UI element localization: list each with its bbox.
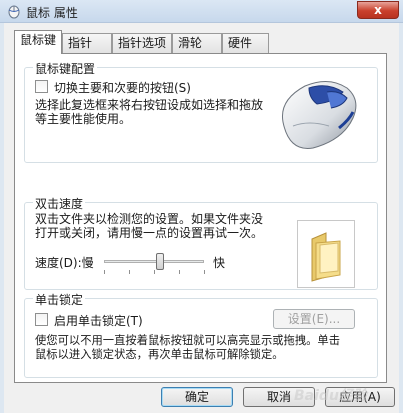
folder-icon xyxy=(311,232,341,282)
double-click-description-2: 打开或关闭，请用慢一点的设置再试一次。 xyxy=(35,226,264,240)
mouse-app-icon xyxy=(8,5,20,19)
tab-wheel-label: 滑轮 xyxy=(178,36,203,50)
slider-tick xyxy=(204,270,205,274)
slider-tick xyxy=(179,270,180,274)
slider-tick xyxy=(104,270,105,274)
tab-hardware[interactable]: 硬件 xyxy=(222,33,269,53)
tab-pointer-options[interactable]: 指针选项 xyxy=(112,33,172,53)
tab-hardware-label: 硬件 xyxy=(228,36,253,50)
click-lock-settings-button[interactable]: 设置(E)... xyxy=(273,309,355,329)
close-button[interactable]: x xyxy=(357,1,399,19)
speed-fast-label: 快 xyxy=(213,256,226,270)
speed-slider-track[interactable] xyxy=(104,260,204,263)
double-click-description-1: 双击文件夹以检测您的设置。如果文件夹没 xyxy=(35,212,264,226)
switch-buttons-label[interactable]: 切换主要和次要的按钮(S) xyxy=(54,79,191,96)
test-folder-area[interactable] xyxy=(297,220,355,288)
tab-wheel[interactable]: 滑轮 xyxy=(172,33,222,53)
tab-buttons[interactable]: 鼠标键 xyxy=(14,30,62,54)
tab-pointers[interactable]: 指针 xyxy=(62,33,112,53)
speed-slider-thumb[interactable] xyxy=(156,253,164,270)
button-config-description-1: 选择此复选框来将右按钮设成如选择和拖放 xyxy=(35,98,264,112)
tab-panel-buttons: 鼠标键配置 切换主要和次要的按钮(S) 选择此复选框来将右按钮设成如选择和拖放 … xyxy=(14,53,387,383)
mouse-properties-dialog: 鼠标键 指针 指针选项 滑轮 硬件 鼠标键配置 切换主要和次要的按钮(S) 选择… xyxy=(4,23,399,413)
tab-pointers-label: 指针 xyxy=(68,36,93,50)
mouse-illustration-icon xyxy=(281,81,357,149)
tab-pointer-options-label: 指针选项 xyxy=(118,36,167,50)
mouse-image xyxy=(269,70,366,158)
click-lock-description-1: 使您可以不用一直按着鼠标按钮就可以高亮显示或拖拽。单击 xyxy=(35,334,341,347)
switch-buttons-checkbox[interactable] xyxy=(35,80,48,93)
window-title: 鼠标 属性 xyxy=(26,6,78,20)
ok-button[interactable]: 确定 xyxy=(161,387,233,407)
button-config-description-2: 等主要性能使用。 xyxy=(35,112,132,126)
button-config-title: 鼠标键配置 xyxy=(33,60,98,77)
slider-tick xyxy=(129,270,130,274)
enable-click-lock-label[interactable]: 启用单击锁定(T) xyxy=(54,312,143,329)
close-icon: x xyxy=(374,3,382,17)
title-bar[interactable]: 鼠标 属性 x xyxy=(0,0,403,23)
double-click-title: 双击速度 xyxy=(33,195,86,212)
enable-click-lock-checkbox[interactable] xyxy=(35,313,48,326)
click-lock-description-2: 鼠标以进入锁定状态，再次单击鼠标可解除锁定。 xyxy=(35,348,284,361)
click-lock-title: 单击锁定 xyxy=(33,291,86,308)
slider-tick xyxy=(154,270,155,274)
watermark: Baidu经验 xyxy=(294,388,367,404)
speed-slow-label: 速度(D):慢 xyxy=(35,256,94,270)
tab-buttons-label: 鼠标键 xyxy=(20,33,57,47)
